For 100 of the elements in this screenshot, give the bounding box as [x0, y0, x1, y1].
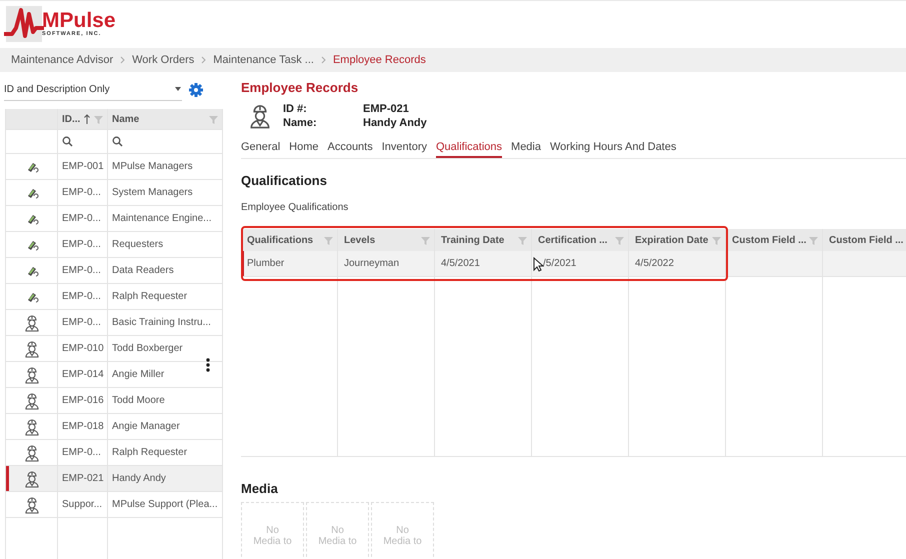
tab[interactable]: Working Hours And Dates	[550, 139, 676, 158]
table-cell[interactable]: EMP-010	[58, 336, 108, 362]
breadcrumb-link[interactable]: Maintenance Advisor	[11, 54, 114, 66]
search-icon	[62, 136, 73, 147]
person-icon	[22, 496, 40, 514]
chevron-icon	[119, 55, 126, 65]
chevron-icon	[200, 55, 208, 65]
column-header[interactable]: Qualifications	[241, 229, 338, 251]
list-row-marker[interactable]	[6, 154, 58, 180]
settings-icon	[188, 82, 204, 98]
table-cell[interactable]: Ralph Requester	[108, 284, 223, 310]
table-cell[interactable]: EMP-0...	[58, 284, 108, 310]
table-cell[interactable]: EMP-016	[58, 388, 108, 414]
person-icon	[22, 366, 40, 384]
column-header[interactable]: Levels	[338, 229, 435, 251]
list-row-marker[interactable]	[6, 492, 58, 518]
person-icon	[22, 444, 40, 462]
list-row-marker[interactable]	[6, 206, 58, 232]
table-cell[interactable]: Todd Moore	[108, 388, 223, 414]
table-cell[interactable]: Basic Training Instru...	[108, 310, 223, 336]
logo-name: MPulse	[42, 10, 116, 30]
filter-icon	[517, 234, 528, 246]
tab[interactable]: Accounts	[327, 139, 373, 158]
search-icon	[112, 136, 123, 147]
person-icon	[22, 340, 40, 358]
more-icon[interactable]	[206, 358, 210, 372]
table-cell[interactable]: MPulse Managers	[108, 154, 223, 180]
table-cell[interactable]: Handy Andy	[108, 466, 223, 492]
logo-icon	[4, 6, 44, 42]
sort-arrow-icon	[83, 114, 92, 124]
table-cell[interactable]: EMP-014	[58, 362, 108, 388]
list-row-marker[interactable]	[6, 414, 58, 440]
breadcrumb-link[interactable]: Maintenance Task ...	[213, 54, 314, 66]
caret-icon	[174, 86, 182, 92]
breadcrumb-link[interactable]: Employee Records	[332, 54, 426, 66]
table-cell[interactable]: MPulse Support (Plea...	[108, 492, 223, 518]
person-icon	[22, 314, 40, 332]
page-title: Employee Records	[241, 80, 360, 95]
column-header[interactable]: ID...	[58, 109, 108, 130]
chevron-icon	[320, 55, 327, 65]
tab[interactable]: General	[241, 139, 280, 158]
column-header[interactable]: Training Date	[435, 229, 532, 251]
table-cell[interactable]: System Managers	[108, 180, 223, 206]
table-cell: Journeyman	[338, 251, 435, 277]
tab[interactable]: Home	[289, 139, 318, 158]
column-header[interactable]: Expiration Date	[629, 229, 726, 251]
table-cell[interactable]: Todd Boxberger	[108, 336, 223, 362]
person-icon	[22, 418, 40, 436]
breadcrumb-link[interactable]: Work Orders	[132, 54, 194, 66]
field-label: ID #:	[283, 103, 308, 115]
list-row-marker[interactable]	[6, 362, 58, 388]
tab[interactable]: Qualifications	[436, 139, 502, 158]
table-cell[interactable]: Maintenance Engine...	[108, 206, 223, 232]
table-cell[interactable]: EMP-0...	[58, 232, 108, 258]
filter-icon	[420, 234, 431, 246]
table-cell[interactable]: Angie Manager	[108, 414, 223, 440]
view-dropdown[interactable]: ID and Description Only	[4, 78, 182, 101]
filter-icon	[808, 234, 819, 246]
filter-icon	[323, 234, 334, 246]
column-header[interactable]: Custom Field ...	[823, 229, 906, 251]
person-icon	[22, 392, 40, 410]
table-cell[interactable]: EMP-001	[58, 154, 108, 180]
list-row-marker[interactable]	[6, 466, 58, 492]
section-heading: Qualifications	[241, 173, 328, 188]
filter-icon	[93, 114, 104, 124]
table-cell[interactable]: Data Readers	[108, 258, 223, 284]
table-cell[interactable]: Requesters	[108, 232, 223, 258]
table-cell: 4/5/2022	[629, 251, 726, 277]
table-cell: /5/2021	[532, 251, 629, 277]
table-cell[interactable]: EMP-0...	[58, 206, 108, 232]
cursor-icon	[533, 257, 544, 272]
column-header[interactable]: Custom Field ...	[726, 229, 823, 251]
field-value: EMP-021	[363, 103, 410, 115]
list-row-marker[interactable]	[6, 284, 58, 310]
list-row-marker[interactable]	[6, 388, 58, 414]
list-row-marker[interactable]	[6, 310, 58, 336]
list-row-marker[interactable]	[6, 258, 58, 284]
table-cell[interactable]: Suppor...	[58, 492, 108, 518]
field-label: Name:	[283, 117, 318, 129]
person-icon	[22, 470, 40, 488]
filter-icon	[614, 234, 625, 246]
table-cell: Plumber	[241, 251, 338, 277]
filter-icon	[208, 114, 219, 124]
column-header[interactable]: Name	[108, 109, 223, 130]
field-value: Handy Andy	[363, 117, 427, 129]
table-cell[interactable]: EMP-0...	[58, 310, 108, 336]
table-cell[interactable]: EMP-0...	[58, 180, 108, 206]
section-subtitle: Employee Qualifications	[241, 202, 350, 213]
section-heading: Media	[241, 481, 279, 496]
table-cell: 4/5/2021	[435, 251, 532, 277]
table-cell[interactable]: EMP-018	[58, 414, 108, 440]
list-row-marker[interactable]	[6, 232, 58, 258]
column-header[interactable]: Certification ...	[532, 229, 629, 251]
list-row-marker[interactable]	[6, 336, 58, 362]
list-row-marker[interactable]	[6, 180, 58, 206]
table-cell[interactable]: EMP-0...	[58, 258, 108, 284]
filter-icon	[711, 234, 722, 246]
table-cell[interactable]: EMP-021	[58, 466, 108, 492]
tab[interactable]: Inventory	[382, 139, 427, 158]
tab[interactable]: Media	[511, 139, 541, 158]
